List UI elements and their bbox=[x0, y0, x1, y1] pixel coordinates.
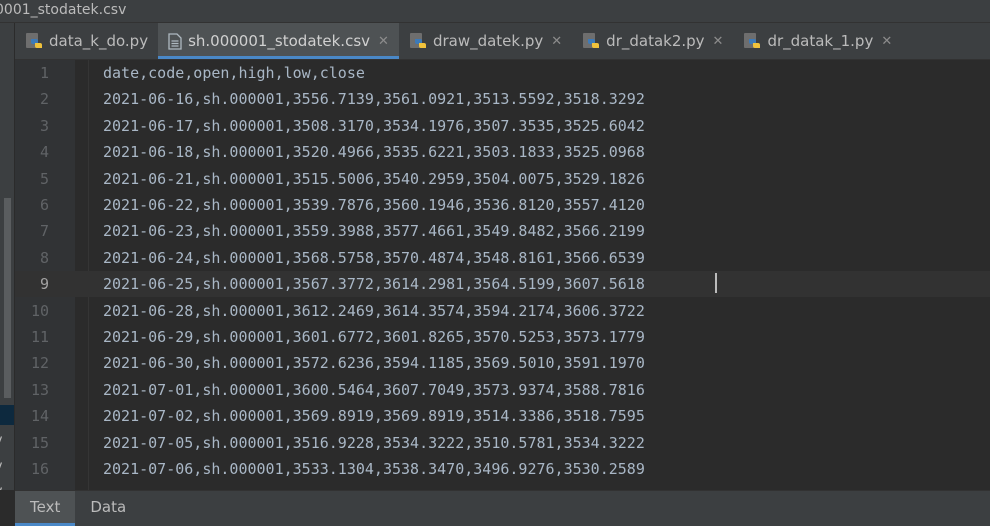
line-number: 15 bbox=[30, 433, 49, 452]
line-number: 8 bbox=[39, 248, 49, 267]
line-text[interactable]: 2021-06-24,sh.000001,3568.5758,3570.4874… bbox=[103, 245, 645, 271]
text-caret bbox=[715, 273, 717, 293]
tab-label: data_k_do.py bbox=[49, 32, 149, 50]
window-title: 0001_stodatek.csv bbox=[0, 2, 127, 18]
code-line[interactable]: 11 2021-06-29,sh.000001,3601.6772,3601.82… bbox=[15, 324, 990, 350]
line-text[interactable]: date,code,open,high,low,close bbox=[103, 60, 365, 86]
line-text[interactable]: 2021-06-17,sh.000001,3508.3170,3534.1976… bbox=[103, 113, 645, 139]
project-panel-scrollbar[interactable] bbox=[4, 198, 11, 398]
line-text[interactable]: 2021-07-05,sh.000001,3516.9228,3534.3222… bbox=[103, 430, 645, 456]
tab-draw-datek[interactable]: draw_datek.py ✕ bbox=[399, 23, 572, 59]
line-text[interactable]: 2021-06-28,sh.000001,3612.2469,3614.3574… bbox=[103, 298, 645, 324]
code-line[interactable]: 5 2021-06-21,sh.000001,3515.5006,3540.295… bbox=[15, 166, 990, 192]
line-number: 5 bbox=[39, 169, 49, 188]
line-number: 16 bbox=[30, 460, 49, 478]
code-line[interactable]: 15 2021-07-05,sh.000001,3516.9228,3534.32… bbox=[15, 430, 990, 456]
line-text[interactable]: 2021-07-02,sh.000001,3569.8919,3569.8919… bbox=[103, 403, 645, 429]
line-number: 3 bbox=[39, 116, 49, 135]
tab-label: dr_datak2.py bbox=[606, 32, 705, 50]
code-line[interactable]: 8 2021-06-24,sh.000001,3568.5758,3570.487… bbox=[15, 245, 990, 271]
code-line[interactable]: 13 2021-07-01,sh.000001,3600.5464,3607.70… bbox=[15, 377, 990, 403]
tab-data[interactable]: Data bbox=[75, 491, 141, 526]
tab-label: dr_datak_1.py bbox=[767, 32, 874, 50]
window-title-bar: 0001_stodatek.csv bbox=[0, 0, 990, 23]
close-icon[interactable]: ✕ bbox=[551, 34, 562, 49]
python-file-icon bbox=[409, 33, 426, 48]
line-number: 2 bbox=[39, 90, 49, 109]
close-icon[interactable]: ✕ bbox=[713, 34, 724, 49]
line-number: 1 bbox=[39, 64, 49, 82]
line-number: 11 bbox=[30, 328, 49, 346]
project-panel-edge[interactable]: v sv sv sv bbox=[0, 23, 15, 490]
line-text[interactable]: 2021-07-01,sh.000001,3600.5464,3607.7049… bbox=[103, 377, 645, 403]
line-text[interactable]: 2021-06-30,sh.000001,3572.6236,3594.1185… bbox=[103, 350, 645, 376]
tab-dr-datak2[interactable]: dr_datak2.py ✕ bbox=[572, 23, 733, 59]
code-line[interactable]: 1 date,code,open,high,low,close bbox=[15, 60, 990, 86]
code-line[interactable]: 2 2021-06-16,sh.000001,3556.7139,3561.092… bbox=[15, 86, 990, 112]
code-line[interactable]: 9 2021-06-25,sh.000001,3567.3772,3614.298… bbox=[15, 271, 990, 298]
line-text[interactable]: 2021-06-18,sh.000001,3520.4966,3535.6221… bbox=[103, 139, 645, 165]
code-line[interactable]: 14 2021-07-02,sh.000001,3569.8919,3569.89… bbox=[15, 403, 990, 429]
python-file-icon bbox=[744, 33, 761, 48]
code-line[interactable]: 12 2021-06-30,sh.000001,3572.6236,3594.11… bbox=[15, 350, 990, 376]
python-file-icon bbox=[583, 33, 600, 48]
code-editor[interactable]: 1 date,code,open,high,low,close 2 2021-06-1… bbox=[15, 60, 990, 490]
tab-label: sh.000001_stodatek.csv bbox=[188, 32, 371, 50]
code-line[interactable]: 7 2021-06-23,sh.000001,3559.3988,3577.466… bbox=[15, 218, 990, 244]
close-icon[interactable]: ✕ bbox=[881, 34, 892, 49]
close-icon[interactable]: ✕ bbox=[378, 34, 389, 49]
line-text[interactable]: 2021-06-29,sh.000001,3601.6772,3601.8265… bbox=[103, 324, 645, 350]
line-number: 10 bbox=[30, 301, 49, 320]
tab-sh-000001-stodatek-csv[interactable]: sh.000001_stodatek.csv ✕ bbox=[158, 23, 399, 59]
line-number: 7 bbox=[39, 222, 49, 241]
csv-file-icon bbox=[168, 32, 182, 50]
project-item-fragment[interactable]: sv bbox=[0, 484, 2, 490]
tab-dr-datak-1[interactable]: dr_datak_1.py ✕ bbox=[733, 23, 902, 59]
line-number: 6 bbox=[39, 196, 49, 214]
line-number: 13 bbox=[30, 380, 49, 399]
line-number: 12 bbox=[30, 354, 49, 373]
line-number: 14 bbox=[30, 407, 49, 426]
tab-text[interactable]: Text bbox=[15, 491, 76, 526]
line-text[interactable]: 2021-06-23,sh.000001,3559.3988,3577.4661… bbox=[103, 218, 645, 244]
code-line[interactable]: 16 2021-07-06,sh.000001,3533.1304,3538.34… bbox=[15, 456, 990, 482]
editor-tab-bar: data_k_do.py sh.000001_stodatek.csv ✕ dr… bbox=[15, 23, 990, 60]
line-text[interactable]: 2021-06-25,sh.000001,3567.3772,3614.2981… bbox=[103, 271, 645, 297]
line-text[interactable]: 2021-06-16,sh.000001,3556.7139,3561.0921… bbox=[103, 86, 645, 112]
line-number: 9 bbox=[39, 275, 49, 294]
code-line[interactable]: 4 2021-06-18,sh.000001,3520.4966,3535.622… bbox=[15, 139, 990, 165]
line-text[interactable]: 2021-07-06,sh.000001,3533.1304,3538.3470… bbox=[103, 456, 645, 482]
project-item-fragment[interactable]: sv bbox=[0, 433, 2, 448]
project-item-fragment[interactable]: sv bbox=[0, 459, 2, 474]
python-file-icon bbox=[26, 33, 42, 48]
project-panel-selection bbox=[0, 405, 14, 425]
line-number: 4 bbox=[39, 143, 49, 162]
line-text[interactable]: 2021-06-22,sh.000001,3539.7876,3560.1946… bbox=[103, 192, 645, 218]
tab-label: draw_datek.py bbox=[432, 32, 544, 50]
tab-data-k-do[interactable]: data_k_do.py bbox=[15, 23, 158, 59]
line-text[interactable]: 2021-06-21,sh.000001,3515.5006,3540.2959… bbox=[103, 166, 645, 192]
code-line[interactable]: 6 2021-06-22,sh.000001,3539.7876,3560.194… bbox=[15, 192, 990, 218]
code-line[interactable]: 3 2021-06-17,sh.000001,3508.3170,3534.197… bbox=[15, 113, 990, 139]
code-line[interactable]: 10 2021-06-28,sh.000001,3612.2469,3614.35… bbox=[15, 298, 990, 324]
editor-view-tabs: Text Data bbox=[15, 490, 990, 526]
